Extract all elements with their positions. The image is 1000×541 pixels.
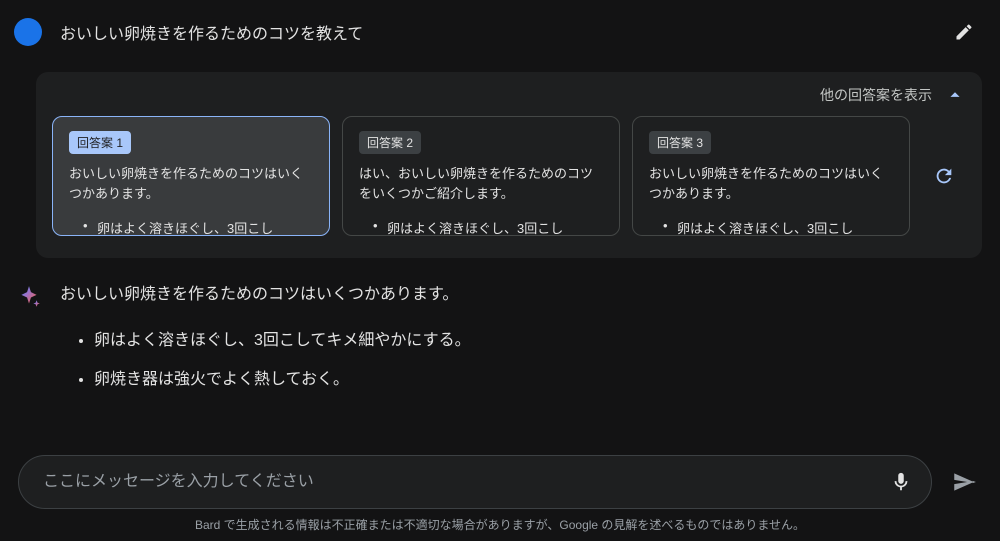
response-intro: おいしい卵焼きを作るためのコツはいくつかあります。 [60, 282, 980, 308]
draft-preview-text: おいしい卵焼きを作るためのコツはいくつかあります。 [649, 164, 893, 204]
disclaimer-footer: Bard で生成される情報は不正確または不適切な場合がありますが、Google … [0, 516, 1000, 533]
draft-badge: 回答案 3 [649, 131, 711, 154]
pencil-icon [954, 22, 974, 42]
bard-spark-icon [16, 282, 42, 407]
mic-icon [890, 471, 912, 493]
response-row: おいしい卵焼きを作るためのコツはいくつかあります。 卵はよく溶きほぐし、3回こし… [0, 258, 1000, 407]
input-bar [18, 455, 982, 509]
regenerate-button[interactable] [924, 156, 964, 196]
send-button[interactable] [946, 464, 982, 500]
refresh-icon [933, 165, 955, 187]
draft-preview-text: おいしい卵焼きを作るためのコツはいくつかあります。 [69, 164, 313, 204]
response-list: 卵はよく溶きほぐし、3回こしてキメ細やかにする。 卵焼き器は強火でよく熱しておく… [60, 328, 980, 393]
draft-bullet-text: 卵はよく溶きほぐし、3回こし [359, 218, 603, 236]
user-avatar [14, 18, 42, 46]
draft-card-2[interactable]: 回答案 2 はい、おいしい卵焼きを作るためのコツをいくつかご紹介します。 卵はよ… [342, 116, 620, 236]
drafts-row: 回答案 1 おいしい卵焼きを作るためのコツはいくつかあります。 卵はよく溶きほぐ… [52, 116, 966, 236]
drafts-header[interactable]: 他の回答案を表示 [52, 84, 966, 116]
draft-card-1[interactable]: 回答案 1 おいしい卵焼きを作るためのコツはいくつかあります。 卵はよく溶きほぐ… [52, 116, 330, 236]
draft-badge: 回答案 1 [69, 131, 131, 154]
draft-bullet-text: 卵はよく溶きほぐし、3回こし [649, 218, 893, 236]
response-body: おいしい卵焼きを作るためのコツはいくつかあります。 卵はよく溶きほぐし、3回こし… [60, 282, 980, 407]
message-input[interactable] [43, 473, 883, 491]
response-bullet: 卵焼き器は強火でよく熱しておく。 [94, 367, 980, 393]
mic-button[interactable] [883, 464, 919, 500]
regenerate-column [922, 116, 966, 236]
draft-bullet-text: 卵はよく溶きほぐし、3回こし [69, 218, 313, 236]
draft-badge: 回答案 2 [359, 131, 421, 154]
chevron-up-icon [944, 84, 966, 106]
message-input-container [18, 455, 932, 509]
user-prompt-text: おいしい卵焼きを作るためのコツを教えて [60, 20, 948, 44]
user-prompt-row: おいしい卵焼きを作るためのコツを教えて [0, 0, 1000, 64]
drafts-header-label: 他の回答案を表示 [820, 85, 932, 105]
edit-prompt-button[interactable] [948, 16, 980, 48]
draft-card-3[interactable]: 回答案 3 おいしい卵焼きを作るためのコツはいくつかあります。 卵はよく溶きほぐ… [632, 116, 910, 236]
send-icon [951, 469, 977, 495]
response-bullet: 卵はよく溶きほぐし、3回こしてキメ細やかにする。 [94, 328, 980, 354]
drafts-panel: 他の回答案を表示 回答案 1 おいしい卵焼きを作るためのコツはいくつかあります。… [36, 72, 982, 258]
draft-preview-text: はい、おいしい卵焼きを作るためのコツをいくつかご紹介します。 [359, 164, 603, 204]
